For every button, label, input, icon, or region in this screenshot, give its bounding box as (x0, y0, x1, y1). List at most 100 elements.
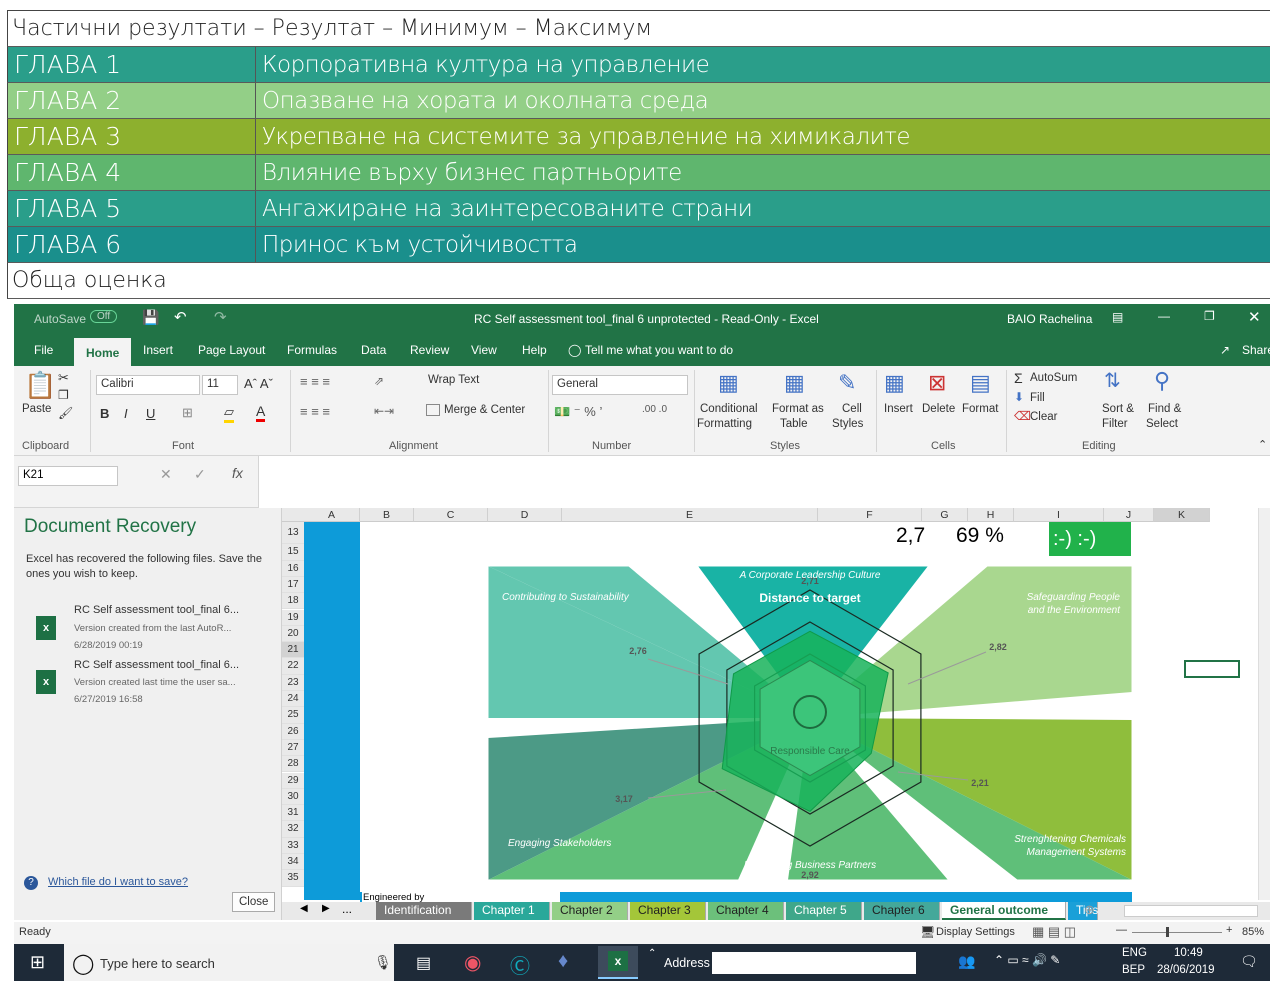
chrome-icon[interactable]: ◉ (464, 950, 481, 975)
find-select-button[interactable]: Find & (1148, 403, 1181, 415)
column-header[interactable]: H (968, 508, 1014, 522)
row-header[interactable]: 27 (282, 739, 304, 757)
row-header[interactable]: 24 (282, 691, 304, 708)
find-select-icon[interactable]: ⚲ (1154, 368, 1170, 394)
font-name-select[interactable]: Calibri (96, 375, 200, 395)
sheet-tab[interactable]: Chapter 3 (630, 902, 706, 920)
input-lang-2[interactable]: BEP (1122, 964, 1145, 976)
row-header[interactable]: 28 (282, 756, 304, 773)
close-icon[interactable]: ✕ (1248, 308, 1261, 326)
tab-insert[interactable]: Insert (143, 343, 173, 357)
wrap-text-button[interactable]: Wrap Text (428, 374, 479, 386)
conditional-formatting-icon[interactable]: ▦ (718, 370, 739, 396)
tab-formulas[interactable]: Formulas (287, 343, 337, 357)
tab-scroll-right-icon[interactable]: ▶ (322, 903, 330, 914)
input-lang-1[interactable]: ENG (1122, 947, 1147, 959)
column-header[interactable]: A (304, 508, 360, 522)
name-box[interactable]: K21 (18, 466, 118, 486)
cell-styles-label[interactable]: Styles (832, 418, 863, 430)
decimal-icon[interactable]: .00 .0 (642, 404, 667, 415)
column-header[interactable]: D (488, 508, 562, 522)
tray-icons[interactable]: ⌃ ▭ ≈ 🔊 ✎ (994, 953, 1060, 967)
skype-icon[interactable]: Ⓒ (510, 950, 530, 979)
format-painter-icon[interactable]: 🖌 (58, 406, 73, 420)
tell-me-box[interactable]: Tell me what you want to do (585, 343, 733, 357)
zoom-out-icon[interactable]: — (1116, 924, 1127, 936)
collapse-ribbon-icon[interactable]: ⌃ (1258, 438, 1267, 451)
clear-button[interactable]: Clear (1030, 411, 1057, 423)
column-header[interactable]: G (922, 508, 968, 522)
row-header[interactable]: 29 (282, 772, 304, 789)
row-header[interactable]: 22 (282, 658, 304, 675)
view-mode-icons[interactable]: ▦ ▤ ◫ (1032, 924, 1076, 940)
enter-icon[interactable]: ✓ (194, 466, 206, 483)
delete-cells-icon[interactable]: ⊠ (928, 370, 946, 396)
row-header[interactable]: 20 (282, 625, 304, 643)
grow-font-icon[interactable]: Aˆ Aˇ (244, 376, 273, 391)
tab-more-icon[interactable]: ... (342, 902, 352, 916)
taskbar-search-text[interactable]: Type here to search (100, 956, 215, 971)
sheet-tab[interactable]: Chapter 6 (864, 902, 940, 920)
row-header[interactable]: 21 (282, 642, 304, 659)
insert-cells-button[interactable]: Insert (884, 403, 913, 415)
tab-view[interactable]: View (471, 343, 497, 357)
italic-button[interactable]: I (124, 406, 128, 421)
underline-button[interactable]: U (146, 406, 155, 421)
vertical-scrollbar[interactable] (1258, 508, 1270, 900)
display-settings-button[interactable]: Display Settings (936, 926, 1015, 938)
merge-center-button[interactable]: Merge & Center (444, 404, 525, 416)
autosum-button[interactable]: AutoSum (1030, 372, 1077, 384)
delete-cells-button[interactable]: Delete (922, 403, 955, 415)
tab-page-layout[interactable]: Page Layout (198, 343, 265, 357)
font-size-select[interactable]: 11 (202, 375, 238, 395)
row-header[interactable]: 30 (282, 788, 304, 806)
bold-button[interactable]: B (100, 406, 109, 421)
align-left-icon[interactable]: ≡ ≡ ≡ (300, 404, 330, 419)
find-select-label[interactable]: Select (1146, 418, 1178, 430)
copy-icon[interactable]: ❐ (58, 388, 69, 402)
formula-input[interactable] (258, 456, 1270, 508)
row-header[interactable]: 26 (282, 723, 304, 740)
conditional-formatting-label[interactable]: Formatting (697, 418, 752, 430)
ribbon-display-icon[interactable]: ▤ (1112, 310, 1123, 324)
fill-icon[interactable]: ⬇ (1014, 390, 1024, 404)
row-header[interactable]: 34 (282, 854, 304, 871)
insert-cells-icon[interactable]: ▦ (884, 370, 905, 396)
row-header[interactable]: 25 (282, 707, 304, 724)
column-header[interactable]: K (1154, 508, 1210, 522)
start-icon[interactable]: ⊞ (30, 952, 45, 973)
column-header[interactable]: B (360, 508, 414, 522)
recovery-close-button[interactable]: Close (232, 892, 276, 912)
row-header[interactable]: 23 (282, 674, 304, 691)
format-cells-icon[interactable]: ▤ (970, 370, 991, 396)
align-top-icon[interactable]: ≡ ≡ ≡ (300, 374, 330, 389)
row-header[interactable]: 17 (282, 576, 304, 594)
mic-icon[interactable]: 🎙 (374, 954, 392, 971)
people-icon[interactable]: 👥 (958, 953, 975, 970)
cut-icon[interactable]: ✂ (58, 370, 69, 386)
paste-icon[interactable]: 📋 (24, 370, 56, 401)
share-icon[interactable]: ↗ (1220, 343, 1230, 357)
conditional-formatting-button[interactable]: Conditional (700, 403, 758, 415)
row-header[interactable]: 16 (282, 560, 304, 577)
sort-filter-label[interactable]: Filter (1102, 418, 1128, 430)
worksheet-grid[interactable]: ABCDEFGHIJK 13 15 16 17 18 19 20 21 22 23 24 25 26 27… (282, 508, 1270, 908)
row-header[interactable]: 32 (282, 821, 304, 838)
borders-icon[interactable]: ⊞ (182, 405, 193, 421)
clock-time[interactable]: 10:49 (1174, 947, 1203, 959)
column-header[interactable]: C (414, 508, 488, 522)
tab-home[interactable]: Home (74, 338, 132, 366)
select-all-corner[interactable] (282, 508, 304, 522)
tab-data[interactable]: Data (361, 343, 386, 357)
row-header[interactable]: 35 (282, 870, 304, 887)
restore-icon[interactable]: ❐ (1204, 309, 1215, 323)
row-header[interactable]: 13 (282, 522, 304, 544)
display-settings-icon[interactable]: 🖥 (920, 925, 935, 939)
format-cells-button[interactable]: Format (962, 403, 998, 415)
zoom-in-icon[interactable]: + (1226, 924, 1232, 936)
currency-icon[interactable]: 💵 ⁻ % ’ (554, 404, 602, 420)
cancel-icon[interactable]: ✕ (160, 466, 172, 483)
tab-file[interactable]: File (34, 343, 53, 357)
paste-button[interactable]: Paste (22, 403, 51, 415)
undo-icon[interactable]: ↶ (174, 308, 187, 326)
